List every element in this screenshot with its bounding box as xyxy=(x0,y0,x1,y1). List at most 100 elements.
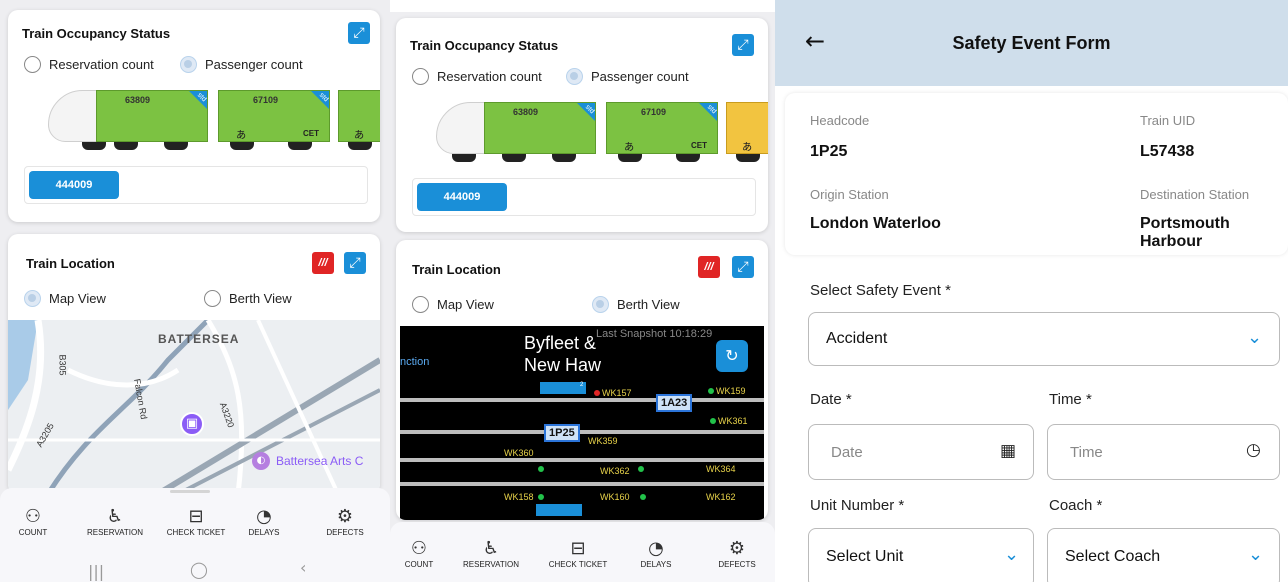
nav-label: COUNT xyxy=(404,560,434,569)
safety-event-label: Select Safety Event * xyxy=(810,282,951,299)
nav-defects[interactable]: ⚙ DEFECTS xyxy=(320,506,370,537)
signal-green xyxy=(640,494,646,500)
track-icon[interactable]: /// xyxy=(312,252,334,274)
safety-form-screen: ← Safety Event Form Headcode 1P25 Train … xyxy=(775,0,1288,582)
berth-label: WK157 xyxy=(602,388,632,398)
signal-green xyxy=(710,418,716,424)
date-field[interactable]: Date ▦ xyxy=(808,424,1034,480)
chevron-down-icon: ⌄ xyxy=(1248,544,1264,565)
recent-apps-icon[interactable]: ||| xyxy=(88,562,104,581)
reservation-radio-label: Reservation count xyxy=(49,57,154,72)
train-car-yellow[interactable]: ぁ xyxy=(726,102,768,154)
map-view-radio[interactable]: Map View xyxy=(412,296,494,313)
location-title: Train Location xyxy=(26,256,115,271)
train-diagram: 63809 std 67109 std ぁ CET ぁ xyxy=(8,84,380,164)
berth-view[interactable]: Byfleet & New Haw Last Snapshot 10:18:29… xyxy=(400,326,764,520)
coach-select[interactable]: Select Coach ⌄ xyxy=(1047,528,1280,582)
calendar-icon[interactable]: ▦ xyxy=(1000,441,1016,461)
home-icon[interactable]: ◯ xyxy=(190,560,208,579)
train-car[interactable]: 63809 std xyxy=(484,102,596,154)
nav-reservation[interactable]: ♿ RESERVATION xyxy=(80,506,150,537)
map-view-radio[interactable]: Map View xyxy=(24,290,106,307)
phone-screen-berth: Train Occupancy Status ⤢ Reservation cou… xyxy=(390,12,775,582)
safety-event-value: Accident xyxy=(826,330,888,347)
headcode-box[interactable]: 1A23 xyxy=(656,394,693,412)
destination-value-line1: Portsmouth xyxy=(1140,215,1230,232)
coach-select-value: Select Coach xyxy=(1065,548,1161,565)
expand-icon[interactable]: ⤢ xyxy=(344,252,366,274)
wheel xyxy=(452,154,476,162)
car-number: 67109 xyxy=(253,95,279,105)
refresh-icon[interactable]: ↻ xyxy=(716,340,748,372)
snapshot-time: Last Snapshot 10:18:29 xyxy=(596,328,713,340)
map-view-label: Map View xyxy=(49,291,106,306)
nav-label: DELAYS xyxy=(248,528,280,537)
back-icon[interactable]: ‹ xyxy=(300,558,306,577)
unit-button[interactable]: 444009 xyxy=(417,183,507,211)
train-car[interactable]: 67109 std ぁ CET xyxy=(606,102,718,154)
expand-icon[interactable]: ⤢ xyxy=(732,256,754,278)
safety-event-select[interactable]: Accident ⌄ xyxy=(808,312,1280,366)
unit-row: 444009 xyxy=(412,178,756,216)
berth-view-radio[interactable]: Berth View xyxy=(592,296,680,313)
headcode-value: 1P25 xyxy=(810,143,848,160)
unit-button[interactable]: 444009 xyxy=(29,171,119,199)
berth-label: WK364 xyxy=(706,464,736,474)
nav-reservation[interactable]: ♿ RESERVATION xyxy=(456,538,526,569)
nav-check-ticket[interactable]: ⊟ CHECK TICKET xyxy=(158,506,234,537)
headcode-box[interactable]: 1P25 xyxy=(544,424,580,442)
reservation-radio[interactable]: Reservation count xyxy=(412,68,542,85)
time-field[interactable]: Time ◷ xyxy=(1047,424,1280,480)
clock-icon[interactable]: ◷ xyxy=(1246,440,1261,460)
form-header: ← Safety Event Form xyxy=(775,0,1288,86)
unit-number-label: Unit Number * xyxy=(810,497,905,514)
nav-check-ticket[interactable]: ⊟ CHECK TICKET xyxy=(540,538,616,569)
ticket-scan-icon: ⊟ xyxy=(188,506,204,527)
unit-number-select[interactable]: Select Unit ⌄ xyxy=(808,528,1034,582)
bicycle-icon: ぁ xyxy=(353,127,366,141)
seat-icon: ♿ xyxy=(482,538,500,559)
expand-icon[interactable]: ⤢ xyxy=(732,34,754,56)
car-number: 67109 xyxy=(641,107,667,117)
berth-block-tag: 2 xyxy=(580,382,584,388)
track-icon[interactable]: /// xyxy=(698,256,720,278)
nav-count[interactable]: ⚇ COUNT xyxy=(404,538,434,569)
train-marker-icon[interactable]: ▣ xyxy=(180,412,204,436)
reservation-radio[interactable]: Reservation count xyxy=(24,56,154,73)
passenger-radio-label: Passenger count xyxy=(591,69,689,84)
screenshot-root: Train Occupancy Status ⤢ Reservation cou… xyxy=(0,0,1288,582)
location-title: Train Location xyxy=(412,262,501,277)
car-number: 63809 xyxy=(125,95,151,105)
nav-label: COUNT xyxy=(18,528,48,537)
bicycle-icon: ぁ xyxy=(235,127,248,141)
nav-delays[interactable]: ◔ DELAYS xyxy=(244,506,284,537)
passenger-radio[interactable]: Passenger count xyxy=(566,68,689,85)
occupancy-title: Train Occupancy Status xyxy=(410,38,559,53)
form-title: Safety Event Form xyxy=(952,33,1111,53)
train-car[interactable]: ぁ xyxy=(338,90,380,142)
occupancy-card: Train Occupancy Status ⤢ Reservation cou… xyxy=(8,10,380,222)
train-car[interactable]: 63809 std xyxy=(96,90,208,142)
bicycle-icon: ぁ xyxy=(741,139,754,153)
seat-icon: ♿ xyxy=(106,506,124,527)
chevron-down-icon: ⌄ xyxy=(1247,327,1263,348)
count-icon: ⚇ xyxy=(410,538,428,559)
road xyxy=(66,367,180,388)
map-area-label: BATTERSEA xyxy=(158,332,240,346)
passenger-radio[interactable]: Passenger count xyxy=(180,56,303,73)
expand-icon[interactable]: ⤢ xyxy=(348,22,370,44)
nav-defects[interactable]: ⚙ DEFECTS xyxy=(712,538,762,569)
berth-view-radio[interactable]: Berth View xyxy=(204,290,292,307)
destination-label: Destination Station xyxy=(1140,187,1250,202)
nav-delays[interactable]: ◔ DELAYS xyxy=(636,538,676,569)
map-view[interactable]: BATTERSEA B305 Falcon Rd A3220 A3205 ▣ ◐… xyxy=(8,320,380,494)
track-line xyxy=(400,458,764,462)
bottom-navigation: ⚇ COUNT ♿ RESERVATION ⊟ CHECK TICKET ◔ DELAY… xyxy=(0,488,390,582)
nav-count[interactable]: ⚇ COUNT xyxy=(18,506,48,537)
train-car[interactable]: 67109 std ぁ CET xyxy=(218,90,330,142)
berth-label: WK160 xyxy=(600,492,630,502)
cet-tag: CET xyxy=(303,129,319,138)
drag-handle[interactable] xyxy=(170,490,210,493)
berth-label: WK158 xyxy=(504,492,534,502)
berth-view-label: Berth View xyxy=(617,297,680,312)
